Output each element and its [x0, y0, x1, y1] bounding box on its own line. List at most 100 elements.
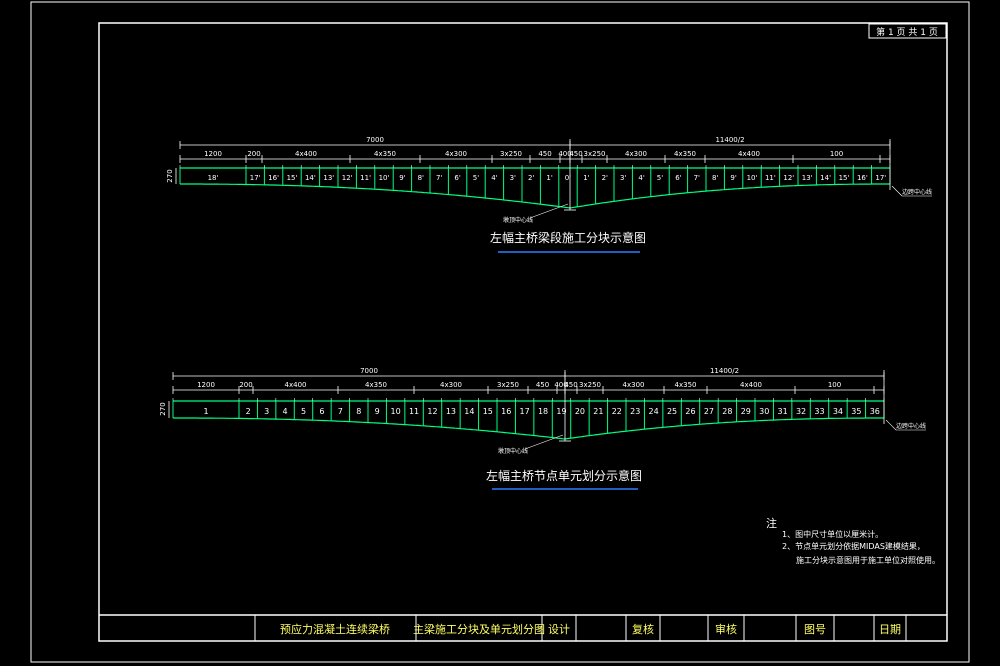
- segment-label: 14': [305, 174, 316, 182]
- segment-label: 11: [409, 407, 419, 416]
- span-right-label: 11400/2: [715, 136, 744, 144]
- dim-label-left: 4x300: [445, 150, 467, 158]
- segment-label: 23: [630, 407, 640, 416]
- segment-label: 12': [342, 174, 353, 182]
- segment-label: 7: [338, 407, 343, 416]
- title-check: 复核: [632, 622, 654, 636]
- segment-label: 34: [833, 407, 843, 416]
- segment-label: 9: [375, 407, 380, 416]
- dim-label-right: 4x400: [738, 150, 760, 158]
- segment-label: 13: [446, 407, 456, 416]
- dim-label-left: 450: [538, 150, 551, 158]
- dim-label-right: 450: [564, 381, 577, 389]
- drawing-canvas: 第 1 页 共 1 页 18' 17' 16' 15' 14' 1 3' 12' 11' 10' 9…: [30, 1, 970, 663]
- segment-label: 3: [264, 407, 269, 416]
- segment-label: 5': [473, 174, 479, 182]
- segment-label: 15': [287, 174, 298, 182]
- segment-label: 17': [250, 174, 261, 182]
- segment-label: 3': [620, 174, 626, 182]
- dim-label-right: 4x350: [675, 381, 697, 389]
- segment-label: 11': [360, 174, 371, 182]
- segment-label: 18': [208, 174, 219, 182]
- segment-label: 6': [675, 174, 681, 182]
- segment-label: 15: [483, 407, 493, 416]
- pier-callout: 墩顶中心线: [503, 216, 533, 224]
- dim-label-left: 4x300: [440, 381, 462, 389]
- pier-leader: [529, 203, 569, 219]
- soffit-line: [173, 417, 884, 440]
- segment-label: 31: [778, 407, 788, 416]
- segment-label: 14': [820, 174, 831, 182]
- end-callout: 边跨中心线: [902, 188, 932, 196]
- segment-label: 6': [454, 174, 460, 182]
- title-design: 设计: [548, 623, 570, 636]
- soffit-line: [180, 183, 890, 209]
- dim-label-left: 200: [239, 381, 252, 389]
- segment-label: 1': [583, 174, 589, 182]
- dim-label-right: 3x250: [584, 150, 606, 158]
- dim-label-right: 4x400: [740, 381, 762, 389]
- segment-label: 10': [379, 174, 390, 182]
- segment-label: 15': [839, 174, 850, 182]
- segment-label: 29: [741, 407, 751, 416]
- span-left-label: 7000: [366, 136, 384, 144]
- note-1: 1、图中尺寸单位以厘米计。: [782, 529, 883, 539]
- segment-label: 4: [283, 407, 288, 416]
- dim-label-right: 4x300: [623, 381, 645, 389]
- diagram2-title: 左幅主桥节点单元划分示意图: [486, 468, 642, 483]
- dim-label-right: 100: [830, 150, 843, 158]
- dim-label-right: 4x300: [625, 150, 647, 158]
- segment-label: 5: [301, 407, 306, 416]
- segment-label: 5': [657, 174, 663, 182]
- page-label: 第 1 页 共 1 页: [876, 26, 938, 38]
- height-label: 270: [166, 169, 174, 182]
- segment-label: 25: [667, 407, 677, 416]
- segment-label: 1: [203, 407, 208, 416]
- title-review: 审核: [715, 622, 737, 636]
- segment-label: 8': [712, 174, 718, 182]
- dim-label-right: 100: [828, 381, 841, 389]
- dim-label-left: 4x400: [285, 381, 307, 389]
- title-drawing: 主梁施工分块及单元划分图: [413, 622, 545, 636]
- segment-label: 3': [510, 174, 516, 182]
- segment-label: 17': [875, 174, 886, 182]
- segment-label: 14: [464, 407, 474, 416]
- segment-label: 11': [765, 174, 776, 182]
- segment-label: 24: [649, 407, 659, 416]
- segment-label: 36: [870, 407, 880, 416]
- segment-label: 6: [319, 407, 324, 416]
- dim-label-left: 1200: [204, 150, 222, 158]
- segment-label: 7': [436, 174, 442, 182]
- note-2: 2、节点单元划分依据MIDAS建模结果，: [782, 541, 925, 551]
- title-date: 日期: [879, 623, 901, 636]
- segment-label: 2': [528, 174, 534, 182]
- segment-label: 16': [268, 174, 279, 182]
- segment-label: 30: [759, 407, 769, 416]
- dim-label-right: 4x350: [674, 150, 696, 158]
- segment-label: 20: [575, 407, 585, 416]
- span-left-label: 7000: [360, 367, 378, 375]
- segment-label: 21: [593, 407, 603, 416]
- end-leader: [885, 419, 897, 431]
- dim-label-left: 200: [247, 150, 260, 158]
- notes-heading: 注: [766, 516, 777, 530]
- dim-label-left: 4x350: [374, 150, 396, 158]
- segment-label: 9': [730, 174, 736, 182]
- segment-label: 32: [796, 407, 806, 416]
- segment-label: 8': [418, 174, 424, 182]
- segment-label: 7': [694, 174, 700, 182]
- span-right-label: 11400/2: [710, 367, 739, 375]
- dim-label-left: 4x400: [295, 150, 317, 158]
- segment-label: 35: [851, 407, 861, 416]
- segment-diagram: 18' 17' 16' 15' 14' 13' 12' 11' 10' 9' 8' 7' 6' 5' 4' 3…: [166, 136, 932, 224]
- dim-label-right: 3x250: [579, 381, 601, 389]
- note-3: 施工分块示意图用于施工单位对照使用。: [796, 555, 940, 565]
- height-label: 270: [159, 402, 167, 415]
- segment-label: 9': [399, 174, 405, 182]
- segment-label: 18: [538, 407, 548, 416]
- dim-label-left: 3x250: [500, 150, 522, 158]
- segment-label: 2: [246, 407, 251, 416]
- segment-label: 4': [638, 174, 644, 182]
- dim-label-right: 450: [569, 150, 582, 158]
- segment-label: 10': [747, 174, 758, 182]
